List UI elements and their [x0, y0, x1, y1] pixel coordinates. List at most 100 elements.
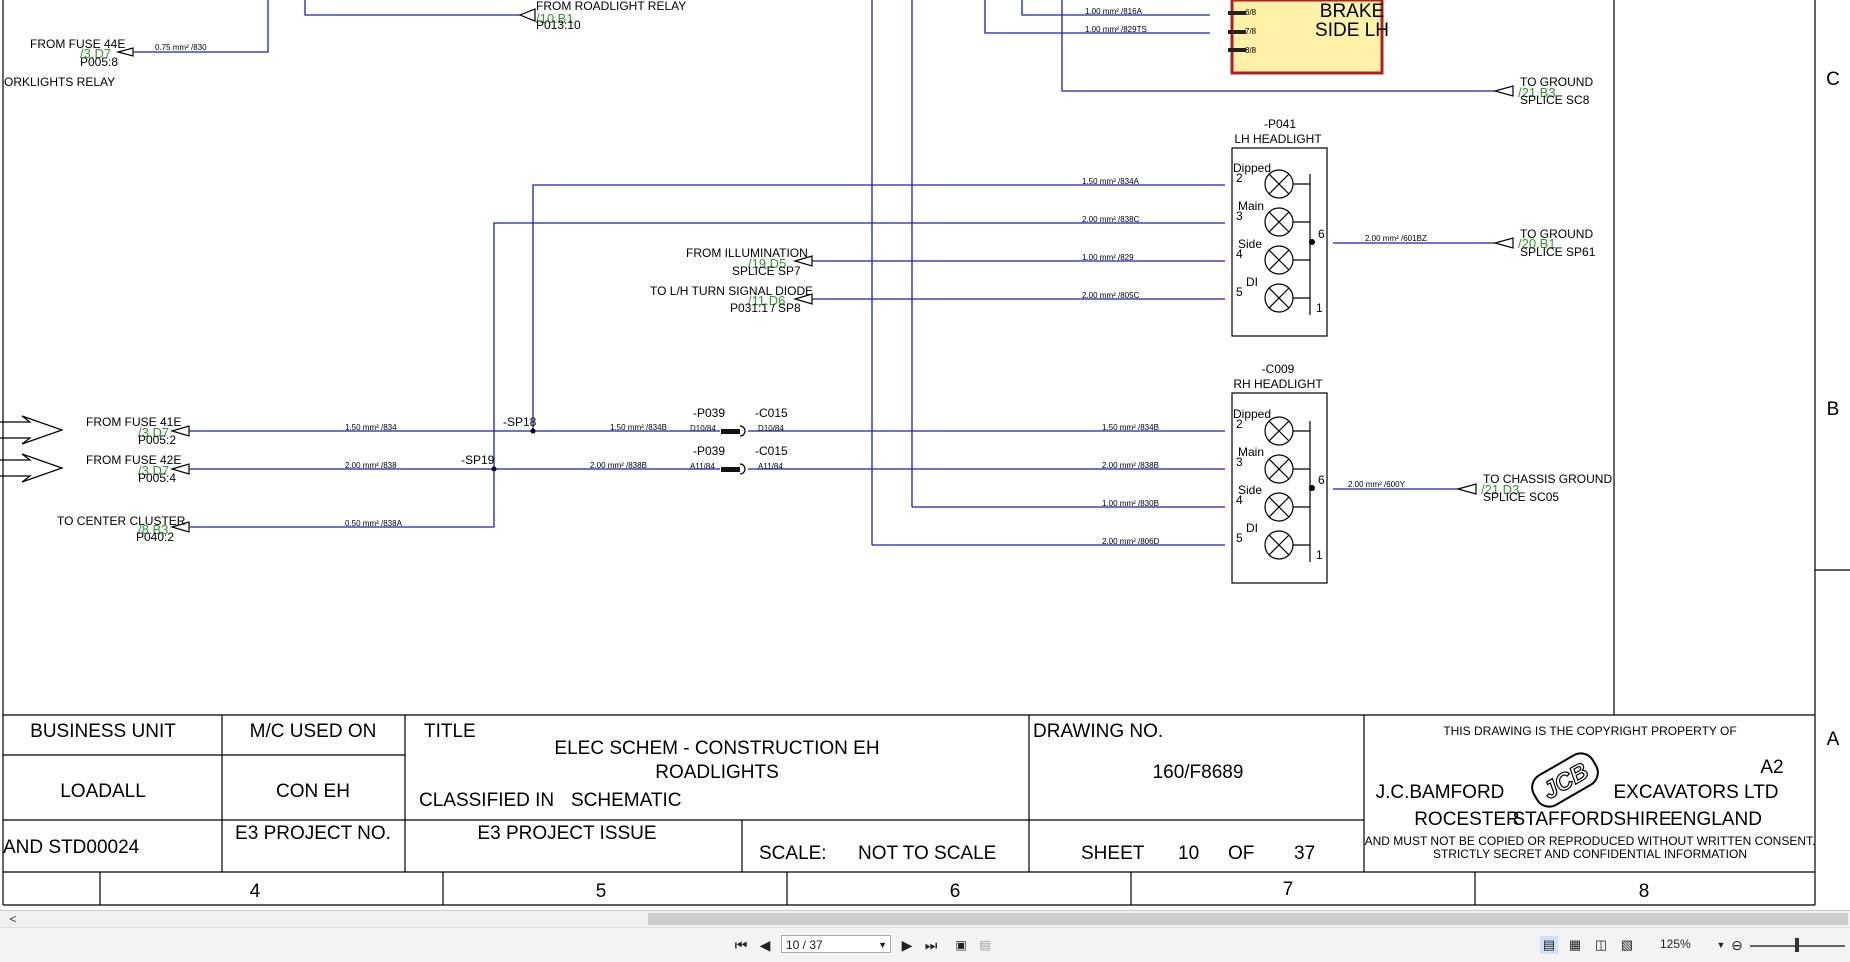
pin-8-8: 8/8	[1245, 46, 1257, 55]
p039-a: -P039	[693, 406, 725, 420]
title-line-1: ELEC SCHEM - CONSTRUCTION EH	[554, 738, 879, 759]
rh-pin-6: 6	[1318, 473, 1325, 487]
fuse41-wire-label: 1.50 mm² /834	[345, 423, 397, 432]
sp18-label: -SP18	[503, 415, 537, 429]
c015-a-pin: D10/84	[758, 424, 784, 433]
e3-project-no: E3 PROJECT NO.	[235, 823, 391, 844]
zone-letter-b: B	[1827, 399, 1840, 420]
roadlight-pin: P013:10	[536, 18, 581, 32]
continuous-page-icon[interactable]: ▦	[1566, 936, 1584, 954]
column-5: 5	[596, 881, 607, 902]
rh-wire-600y: 2.00 mm² /600Y	[1348, 480, 1406, 489]
last-page-icon[interactable]: ⏭	[922, 936, 940, 954]
column-6: 6	[950, 881, 961, 902]
notice-2: STRICTLY SECRET AND CONFIDENTIAL INFORMA…	[1433, 847, 1747, 861]
drawing-no-value: 160/F8689	[1153, 762, 1244, 783]
business-unit-value: LOADALL	[60, 781, 146, 802]
p039-b: -P039	[693, 444, 725, 458]
two-page-icon[interactable]: ◫	[1592, 936, 1610, 954]
rh-pin-di: DI	[1246, 521, 1258, 535]
cluster-pin: P040:2	[136, 530, 174, 544]
fit-width-icon[interactable]: ▤	[976, 936, 994, 954]
fuse42-wire-label: 2.00 mm² /838	[345, 461, 397, 470]
c015-a: -C015	[755, 406, 788, 420]
connector-a-socket	[739, 425, 746, 437]
business-unit-label: BUSINESS UNIT	[30, 721, 176, 742]
zoom-level[interactable]: 125%	[1660, 937, 1691, 951]
lh-ground-splice: SPLICE SP61	[1520, 245, 1596, 259]
horizontal-scrollbar[interactable]: <	[0, 910, 1850, 927]
lh-pin-1: 1	[1316, 301, 1323, 315]
lh-pin-5: 5	[1236, 285, 1243, 299]
sheet-num: 10	[1178, 843, 1199, 864]
first-page-icon[interactable]: ⏮	[732, 936, 750, 954]
schematic-sheet: C B A FROM ROADLIGHT RELAY /10.B1 P013:1…	[0, 0, 1850, 906]
rh-lamp-main	[1264, 454, 1294, 484]
lh-lamp-side	[1264, 245, 1294, 275]
fuse41-pin: P005:2	[138, 433, 176, 447]
address-town: ROCESTER	[1414, 809, 1520, 830]
lh-ground-arrow	[1492, 237, 1514, 249]
scroll-thumb[interactable]	[648, 913, 1848, 925]
address-country: ENGLAND	[1670, 809, 1762, 830]
fit-page-icon[interactable]: ▣	[952, 936, 970, 954]
roadlight-wire	[304, 0, 520, 16]
single-page-icon[interactable]: ▤	[1540, 936, 1558, 954]
scroll-left-button[interactable]: <	[6, 911, 20, 927]
address-county: STAFFORDSHIRE	[1512, 809, 1671, 830]
lh-pin-2: 2	[1236, 171, 1243, 185]
sp19-label: -SP19	[461, 453, 495, 467]
fuse44-wire-label: 0.75 mm² /830	[155, 43, 207, 52]
sheet-size: A2	[1760, 757, 1783, 778]
lh-pin-6: 6	[1318, 227, 1325, 241]
lh-wire-601bz: 2.00 mm² /601BZ	[1365, 234, 1427, 243]
rh-lamp-di	[1264, 530, 1294, 560]
fuse41-off-page-arrow	[0, 415, 64, 445]
lh-lamps	[1264, 169, 1294, 313]
jcb-logo: JCB	[1531, 752, 1599, 808]
previous-page-icon[interactable]: ◀	[756, 936, 774, 954]
illum-splice: SPLICE SP7	[732, 264, 801, 278]
zoom-out-icon[interactable]: ⊖	[1728, 936, 1746, 954]
notice-1: AND MUST NOT BE COPIED OR REPRODUCED WIT…	[1365, 834, 1816, 848]
rh-pin-2: 2	[1236, 417, 1243, 431]
connector-a-plug	[721, 429, 740, 434]
rh-wire-834b: 1.50 mm² /834B	[1102, 423, 1159, 432]
rh-pin-5: 5	[1236, 531, 1243, 545]
two-page-continuous-icon[interactable]: ▧	[1618, 936, 1636, 954]
roadlight-arrow	[518, 8, 536, 22]
e3-project-issue: E3 PROJECT ISSUE	[477, 823, 656, 844]
wire-834b-left: 1.50 mm² /834B	[610, 423, 667, 432]
scale-label: SCALE:	[759, 843, 827, 864]
mc-used-on-value: CON EH	[276, 781, 350, 802]
pin-7-8: 7/8	[1245, 27, 1257, 36]
wire-816a-label: 1.00 mm² /816A	[1085, 7, 1143, 16]
connector-b-plug	[721, 467, 740, 472]
brake-pin-6	[1228, 11, 1246, 15]
fuse42-off-page-arrow	[0, 453, 64, 483]
copyright-line: THIS DRAWING IS THE COPYRIGHT PROPERTY O…	[1443, 724, 1736, 738]
zoom-slider-handle[interactable]	[1795, 938, 1799, 952]
sp18-node	[530, 428, 536, 434]
title-label: TITLE	[424, 721, 476, 742]
brake-label: BRAKE	[1320, 1, 1384, 22]
fuse42-pin: P005:4	[138, 471, 176, 485]
scale-value: NOT TO SCALE	[858, 843, 996, 864]
lh-headlight-ref: -P041	[1264, 117, 1296, 131]
brake-pin-8	[1228, 48, 1246, 52]
rh-pin-4: 4	[1236, 493, 1243, 507]
lh-lamp-di	[1264, 283, 1294, 313]
company-right: EXCAVATORS LTD	[1613, 782, 1778, 803]
page-indicator: 10 / 37	[786, 938, 823, 952]
company-left: J.C.BAMFORD	[1376, 782, 1505, 803]
mc-used-on-label: M/C USED ON	[250, 721, 377, 742]
ground1-splice: SPLICE SC8	[1520, 93, 1590, 107]
sheet-total: 37	[1294, 843, 1315, 864]
next-page-icon[interactable]: ▶	[898, 936, 916, 954]
standard-ref: AND STD00024	[3, 837, 140, 858]
rh-wire-806d: 2.00 mm² /806D	[1102, 537, 1160, 546]
rh-lamp-dipped	[1264, 416, 1294, 446]
page-number-select[interactable]: 10 / 37 ▼	[781, 935, 891, 953]
c015-b: -C015	[755, 444, 788, 458]
zone-letter-a: A	[1827, 729, 1840, 750]
